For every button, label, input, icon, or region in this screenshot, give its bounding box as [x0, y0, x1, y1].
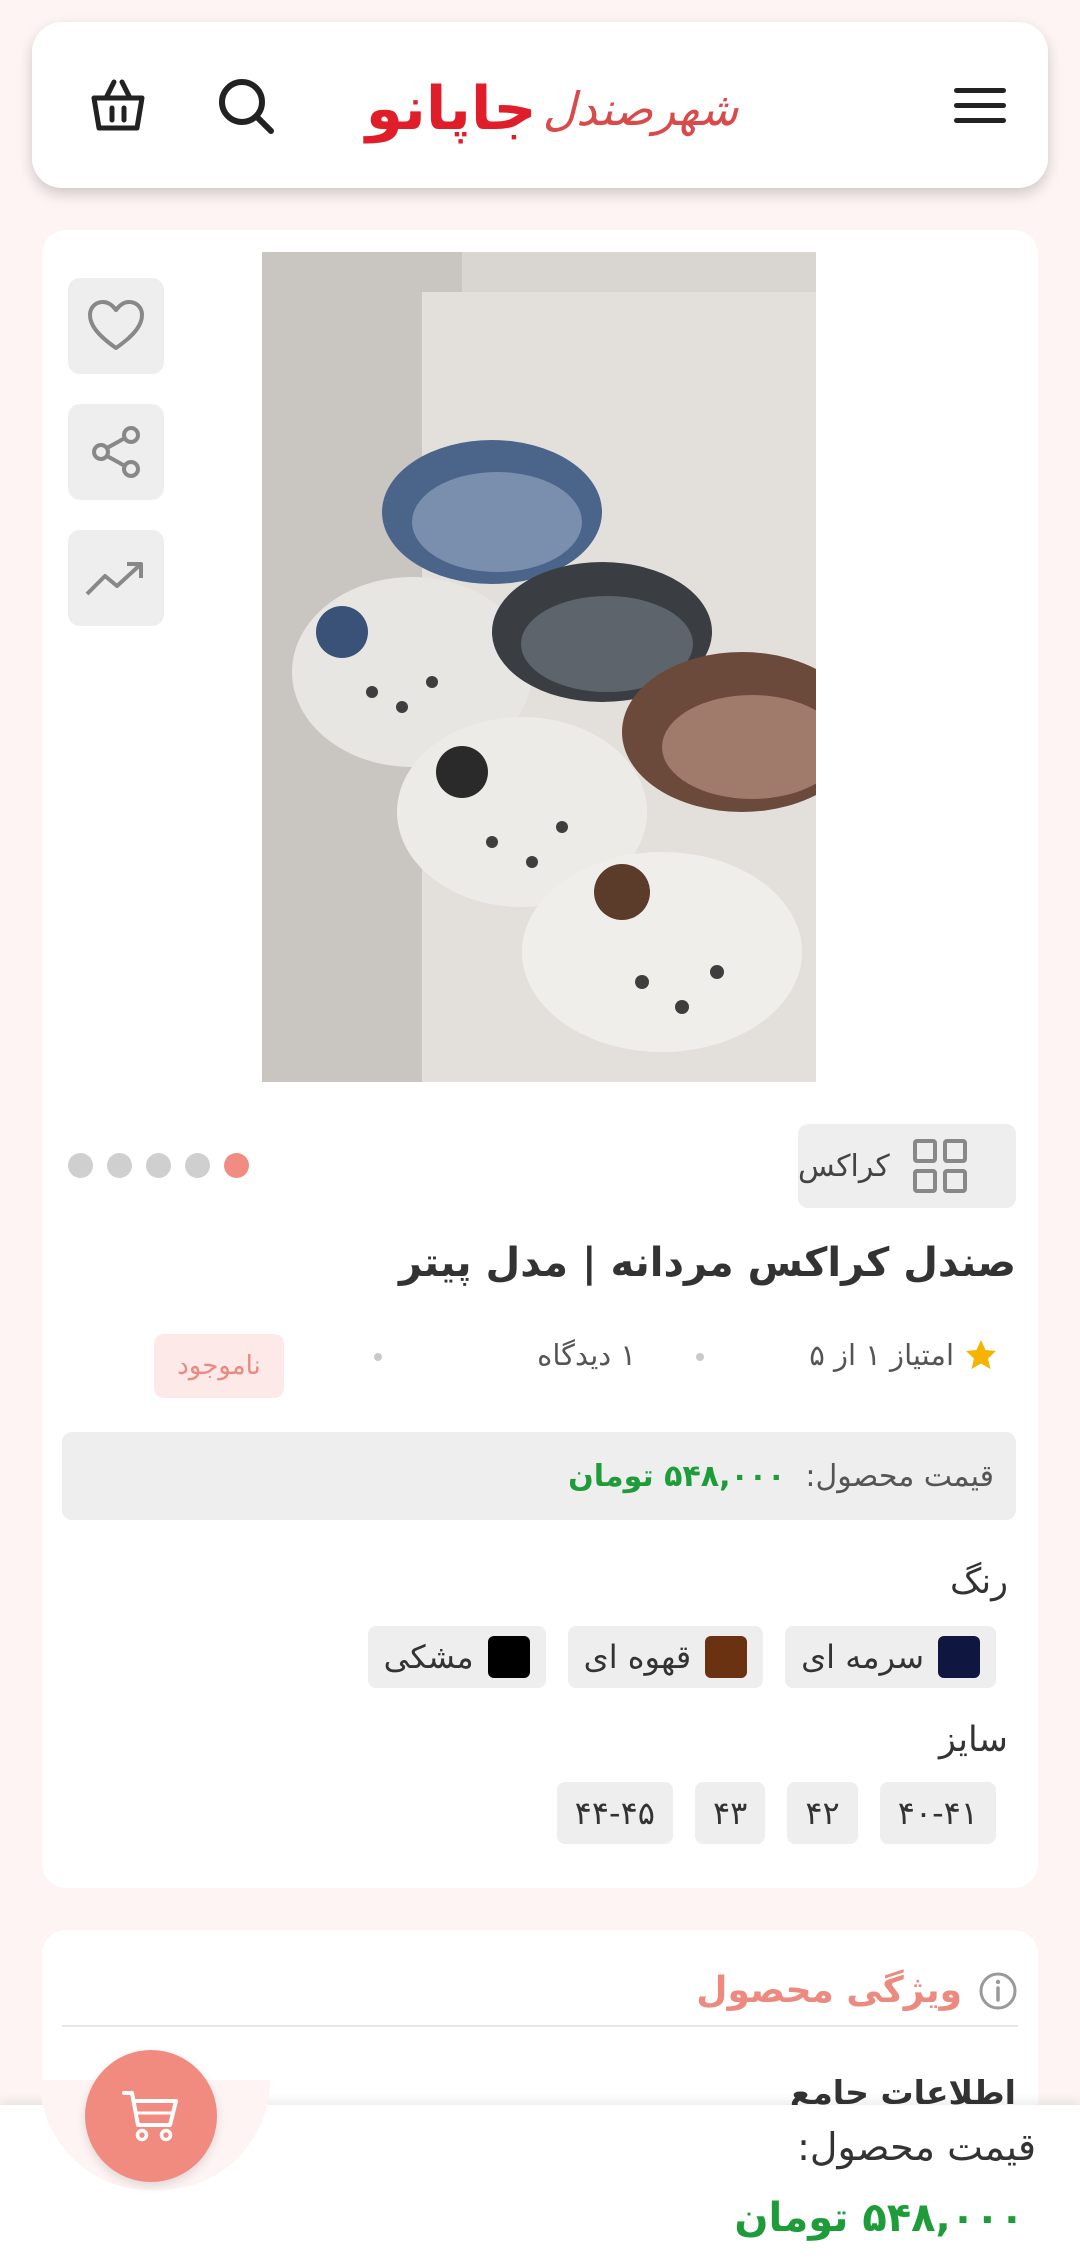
gallery-pagination — [68, 1153, 249, 1178]
share-button[interactable] — [68, 404, 164, 500]
color-option[interactable]: سرمه ای — [785, 1626, 996, 1688]
color-swatch — [938, 1636, 980, 1678]
specs-divider — [62, 2025, 1018, 2027]
stock-status-badge: ناموجود — [154, 1334, 284, 1398]
trend-icon — [85, 562, 143, 596]
size-label: سایز — [938, 1720, 1008, 1760]
price-value: ۵۴۸,۰۰۰ تومان — [568, 1458, 786, 1494]
product-title: صندل کراکس مردانه | مدل پیتر — [399, 1240, 1016, 1286]
color-option[interactable]: قهوه ای — [567, 1626, 764, 1688]
logo-text-1: شهرصندل — [542, 82, 739, 136]
gallery-dot[interactable] — [107, 1153, 132, 1178]
size-options: ۴۰-۴۱ ۴۲ ۴۳ ۴۴-۴۵ — [556, 1782, 996, 1844]
rating-text: امتیاز ۱ از ۵ — [809, 1338, 954, 1372]
product-card: کراکس صندل کراکس مردانه | مدل پیتر امتیا… — [42, 230, 1038, 1888]
review-count[interactable]: ۱ دیدگاه — [537, 1325, 636, 1385]
add-to-cart-button[interactable] — [85, 2050, 217, 2182]
menu-icon — [954, 88, 1006, 123]
meta-separator — [374, 1353, 382, 1361]
product-photo-illustration — [262, 252, 816, 1082]
star-icon — [966, 1340, 996, 1369]
color-swatch — [705, 1636, 748, 1678]
size-option[interactable]: ۴۴-۴۵ — [556, 1782, 673, 1844]
size-option[interactable]: ۴۳ — [694, 1782, 766, 1844]
specs-header: ویژگی محصول — [696, 1970, 1018, 2011]
gallery-dot[interactable] — [146, 1153, 171, 1178]
color-option-label: قهوه ای — [583, 1638, 692, 1676]
price-box: قیمت محصول: ۵۴۸,۰۰۰ تومان — [62, 1432, 1016, 1520]
bottom-price-label: قیمت محصول: — [797, 2125, 1036, 2169]
gallery-dot[interactable] — [224, 1153, 249, 1178]
product-image[interactable] — [262, 252, 816, 1082]
category-chip[interactable]: کراکس — [798, 1124, 1016, 1208]
price-chart-button[interactable] — [68, 530, 164, 626]
price-label: قیمت محصول: — [805, 1458, 994, 1494]
site-logo[interactable]: شهرصندل جاپانو — [366, 74, 739, 144]
size-option[interactable]: ۴۰-۴۱ — [879, 1782, 996, 1844]
color-label: رنگ — [950, 1562, 1008, 1602]
specs-title: ویژگی محصول — [696, 1970, 962, 2011]
cart-icon — [122, 2091, 178, 2142]
logo-text-2: جاپانو — [365, 74, 537, 144]
wishlist-button[interactable] — [68, 278, 164, 374]
search-button[interactable] — [210, 70, 282, 142]
info-icon — [979, 1972, 1017, 2009]
color-options: سرمه ای قهوه ای مشکی — [367, 1626, 996, 1688]
product-rating: امتیاز ۱ از ۵ — [809, 1325, 998, 1385]
gallery-dot[interactable] — [185, 1153, 210, 1178]
top-header: شهرصندل جاپانو — [32, 22, 1048, 188]
menu-button[interactable] — [944, 70, 1016, 142]
heart-icon — [88, 300, 144, 350]
cart-basket-button[interactable] — [82, 70, 154, 142]
gallery-dot[interactable] — [68, 1153, 93, 1178]
color-swatch — [487, 1636, 530, 1678]
color-option-label: مشکی — [383, 1638, 474, 1676]
grid-icon — [912, 1139, 967, 1193]
search-icon — [219, 79, 274, 134]
share-icon — [92, 426, 140, 478]
size-option[interactable]: ۴۲ — [787, 1782, 858, 1844]
bottom-price-value: ۵۴۸,۰۰۰ تومان — [734, 2195, 1024, 2241]
color-option[interactable]: مشکی — [367, 1626, 546, 1688]
basket-icon — [91, 79, 145, 131]
category-label: کراکس — [798, 1148, 890, 1184]
color-option-label: سرمه ای — [801, 1638, 924, 1676]
meta-separator — [696, 1353, 704, 1361]
